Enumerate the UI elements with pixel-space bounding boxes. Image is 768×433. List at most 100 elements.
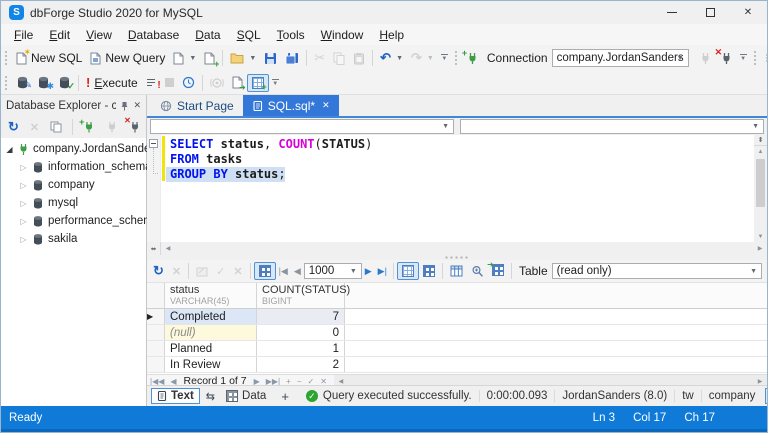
cell-count[interactable]: 7 <box>257 309 345 324</box>
scroll-up-icon[interactable]: ▲ <box>754 146 767 157</box>
tree-node-database[interactable]: ▷ sakila <box>1 230 146 248</box>
text-view-tab[interactable]: Text <box>151 388 200 404</box>
tree-node-database[interactable]: ▷ performance_schema <box>1 212 159 230</box>
new-query-button[interactable]: New Query <box>86 49 169 67</box>
scroll-left-icon[interactable]: ◀ <box>334 378 348 385</box>
toolbar-grip[interactable] <box>453 50 459 66</box>
refresh-button[interactable]: ↻ <box>4 119 23 135</box>
connection-combobox[interactable]: company.JordanSanders ▼ <box>551 49 689 67</box>
scroll-right-icon[interactable]: ▶ <box>753 378 767 385</box>
data-view-tab[interactable]: Data <box>221 389 271 403</box>
tree-node-database[interactable]: ▷ information_schema <box>1 158 151 176</box>
menu-data[interactable]: Data <box>187 26 228 44</box>
last-page-icon[interactable]: ▶| <box>375 266 390 277</box>
scrollbar-thumb[interactable] <box>756 159 765 207</box>
database-edit-button[interactable]: ✎ <box>12 74 33 91</box>
tab-start-page[interactable]: Start Page <box>151 95 243 116</box>
card-view-button[interactable] <box>419 263 439 279</box>
toolbar-grip[interactable] <box>752 50 758 66</box>
toolbar-grip[interactable] <box>4 50 9 66</box>
column-header-status[interactable]: status VARCHAR(45) <box>165 283 257 308</box>
explorer-connect-button[interactable] <box>102 119 122 135</box>
explorer-disconnect-button[interactable]: ✕ <box>124 116 145 135</box>
table-row[interactable]: Planned 1 <box>147 341 767 357</box>
column-header-count[interactable]: COUNT(STATUS) BIGINT <box>257 283 350 308</box>
expander-expanded-icon[interactable]: ◢ <box>5 145 14 154</box>
scroll-right-icon[interactable]: ▶ <box>753 245 767 252</box>
toolbar-overflow-button[interactable]: ▼ <box>737 52 750 64</box>
split-editor-handle[interactable]: ⬍ <box>754 135 767 146</box>
editor-horizontal-scrollbar[interactable]: ⬌ ◀ ▶ <box>147 242 767 255</box>
expander-collapsed-icon[interactable]: ▷ <box>19 181 28 190</box>
minimize-button[interactable] <box>653 1 691 24</box>
menu-edit[interactable]: Edit <box>41 26 78 44</box>
save-all-button[interactable] <box>281 50 303 67</box>
next-page-icon[interactable]: ▶ <box>362 266 375 277</box>
database-settings-button[interactable]: ✱ <box>33 74 54 91</box>
open-file-button[interactable]: ▼ <box>226 50 260 66</box>
row-selector-cell[interactable]: ▶ <box>147 309 165 324</box>
new-sql-button[interactable]: ✶ New SQL <box>12 47 86 67</box>
first-page-icon[interactable]: |◀ <box>276 266 291 277</box>
save-button[interactable] <box>260 50 281 67</box>
menu-sql[interactable]: SQL <box>229 26 269 44</box>
cell-status[interactable]: Planned <box>165 341 257 356</box>
results-refresh-button[interactable]: ↻ <box>149 263 168 279</box>
panel-close-icon[interactable]: ✕ <box>133 100 141 111</box>
cut-button[interactable]: ✂ <box>310 50 329 66</box>
table-row[interactable]: In Review 2 <box>147 357 767 373</box>
export-results-button[interactable]: ➜ <box>228 74 247 92</box>
new-connection-button[interactable]: + <box>462 48 483 67</box>
tree-node-database[interactable]: ▷ company <box>1 176 146 194</box>
tree-node-database[interactable]: ▷ mysql <box>1 194 146 212</box>
editor-vertical-scrollbar[interactable]: ⬍ ▲ ▼ <box>754 135 767 242</box>
query-profiler-button[interactable] <box>206 75 228 91</box>
cancel-changes-button[interactable]: ✕ <box>229 263 246 280</box>
menu-database[interactable]: Database <box>120 26 187 44</box>
go-to-row-button[interactable]: ➜ <box>487 260 508 281</box>
menu-tools[interactable]: Tools <box>269 26 313 44</box>
show-results-grid-button[interactable]: + <box>246 73 269 92</box>
grid-view-button[interactable] <box>396 262 419 280</box>
expander-collapsed-icon[interactable]: ▷ <box>19 235 28 244</box>
expander-collapsed-icon[interactable]: ▷ <box>19 217 28 226</box>
row-selector-cell[interactable] <box>147 341 165 356</box>
table-mode-combobox[interactable]: (read only) ▼ <box>551 263 762 279</box>
history-button[interactable] <box>178 74 199 91</box>
editor-combobox-left[interactable]: ▼ <box>150 119 454 134</box>
execute-script-button[interactable]: ! <box>142 75 161 91</box>
page-size-combobox[interactable]: 1000 ▼ <box>303 263 362 279</box>
table-row[interactable]: (null) 0 <box>147 325 767 341</box>
maximize-button[interactable] <box>691 1 729 24</box>
tab-close-icon[interactable]: ✕ <box>322 100 330 111</box>
tree-node-connection[interactable]: ◢ company.JordanSanders <box>1 140 160 158</box>
toolbar-grip[interactable] <box>4 74 9 91</box>
new-document-button[interactable]: ▼ <box>169 50 200 67</box>
row-selector-cell[interactable] <box>147 357 165 372</box>
toolbar-overflow-button[interactable]: ▼ <box>438 52 451 64</box>
code-snippets-button[interactable] <box>761 50 767 66</box>
redo-button[interactable]: ↷ ▼ <box>407 50 438 66</box>
new-file-button[interactable]: + <box>200 50 219 69</box>
cell-count[interactable]: 2 <box>257 357 345 372</box>
apply-changes-button[interactable]: ✓ <box>212 263 229 280</box>
commit-edit-button[interactable] <box>192 264 212 279</box>
table-row[interactable]: ▶ Completed 7 <box>147 309 767 325</box>
editor-combobox-right[interactable]: ▼ <box>460 119 764 134</box>
expander-collapsed-icon[interactable]: ▷ <box>19 199 28 208</box>
disconnect-button[interactable]: ✕ <box>715 47 737 67</box>
execute-button[interactable]: ! Execute <box>82 73 142 92</box>
swap-view-icon[interactable]: ⇆ <box>206 390 215 403</box>
toolbar-overflow-button[interactable]: ▼ <box>269 77 282 89</box>
explorer-new-connection-button[interactable]: + <box>79 117 99 135</box>
columns-button[interactable] <box>446 263 467 279</box>
scroll-down-icon[interactable]: ▼ <box>754 231 767 242</box>
cell-count[interactable]: 0 <box>257 325 345 340</box>
paste-button[interactable] <box>349 50 369 67</box>
stop-button[interactable] <box>161 76 178 89</box>
menu-window[interactable]: Window <box>313 26 372 44</box>
undo-button[interactable]: ↶ ▼ <box>376 50 407 66</box>
fold-collapse-icon[interactable] <box>149 139 158 148</box>
close-button[interactable]: ✕ <box>729 1 767 24</box>
menu-view[interactable]: View <box>78 26 120 44</box>
